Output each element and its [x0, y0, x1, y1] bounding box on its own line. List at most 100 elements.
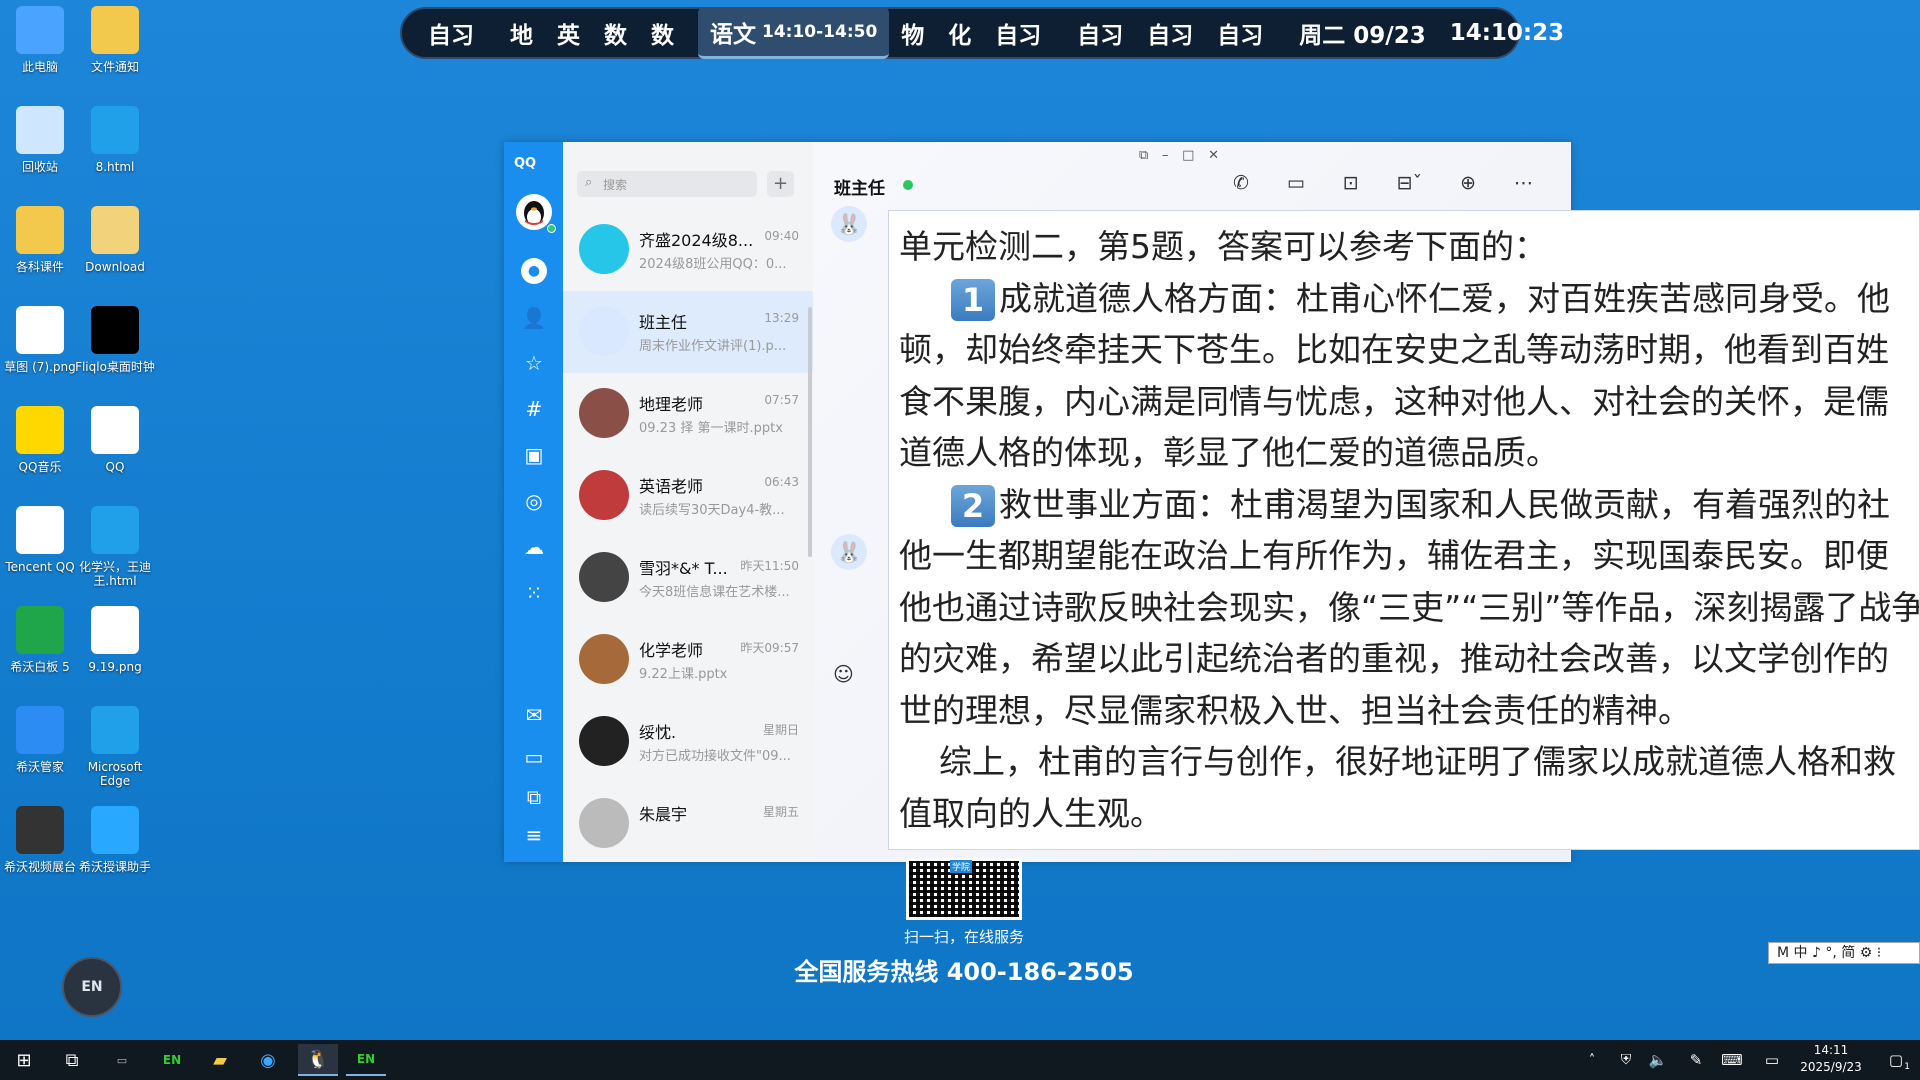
chat-list-item[interactable]: 地理老师 07:57 09.23 择 第一课时.pptx — [563, 373, 813, 455]
desktop-icon[interactable]: Fliqlo桌面时钟 — [75, 306, 155, 374]
chat-avatar — [579, 470, 629, 520]
current-subject: 语文 — [710, 21, 756, 48]
edge-icon[interactable]: ◉ — [248, 1044, 288, 1076]
pen-icon[interactable]: ✎ — [1676, 1044, 1716, 1076]
desktop-icon[interactable]: Download — [75, 206, 155, 274]
emoji-icon[interactable]: ☺ — [833, 662, 854, 686]
qq-taskbar-icon[interactable]: 🐧 — [298, 1044, 338, 1076]
avatar[interactable] — [516, 194, 552, 230]
text-line: 综上，杜甫的言行与创作，很好地证明了儒家以成就道德人格和救 — [939, 742, 1896, 781]
desktop-icon[interactable]: QQ音乐 — [0, 406, 80, 474]
start-windows-icon[interactable]: ⊞ — [4, 1044, 44, 1076]
bookmark-icon[interactable]: ⧉ — [521, 784, 547, 810]
minimize-icon[interactable]: – — [1162, 148, 1169, 163]
search-input[interactable]: ⌕ 搜索 — [577, 171, 757, 197]
clock[interactable]: 14:11 2025/9/23 — [1786, 1042, 1876, 1076]
chat-time: 06:43 — [764, 475, 799, 489]
desktop-icon[interactable]: 草图 (7).png — [0, 306, 80, 374]
keyboard-icon[interactable]: ⌨ — [1712, 1044, 1752, 1076]
chat-list-item[interactable]: 雪羽*&* T... 昨天11:50 今天8班信息课在艺术楼... — [563, 537, 813, 619]
chat-name: 英语老师 — [639, 477, 704, 496]
schedule-item: 地 — [510, 23, 533, 49]
file-explorer-icon[interactable]: ▰ — [200, 1044, 240, 1076]
add-member-icon[interactable]: ⊕ — [1460, 172, 1476, 194]
video-call-icon[interactable]: ▭ — [1287, 172, 1305, 194]
taskbar-app-icon[interactable]: ▭ — [102, 1044, 142, 1076]
folder-icon[interactable]: ▭ — [521, 744, 547, 770]
pin-icon[interactable]: ⧉ — [1139, 148, 1148, 163]
text-line: 世的理想，尽显儒家积极入世、担当社会责任的精神。 — [899, 690, 1691, 730]
desktop-icon[interactable]: Microsoft Edge — [75, 706, 155, 788]
chat-list-item[interactable]: 齐盛2024级8... 09:40 2024级8班公用QQ：0... — [563, 209, 813, 291]
desktop-icon[interactable]: 此电脑 — [0, 6, 80, 74]
apps-grid-icon[interactable]: ⁙ — [521, 580, 547, 606]
schedule-item: 自习 — [428, 23, 474, 49]
desktop-icon[interactable]: 希沃白板 5 — [0, 606, 80, 674]
cloud-icon[interactable]: ☁ — [521, 534, 547, 560]
channel-hash-icon[interactable]: # — [521, 396, 547, 422]
desktop-icon[interactable]: 9.19.png — [75, 606, 155, 674]
clock-date: 2025/9/23 — [1800, 1060, 1862, 1074]
chat-preview: 读后续写30天Day4-教... — [639, 503, 785, 518]
screen-share-icon[interactable]: ⊡ — [1343, 172, 1359, 194]
desktop-icon[interactable]: 希沃授课助手 — [75, 806, 155, 874]
chat-list-item[interactable]: 绥忱. 星期日 对方已成功接收文件"09... — [563, 701, 813, 783]
hotline-text: 全国服务热线 400-186-2505 — [794, 958, 1134, 986]
menu-icon[interactable]: ≡ — [521, 822, 547, 848]
volume-icon[interactable]: 🔈 — [1638, 1044, 1678, 1076]
desktop-icon-label: Download — [85, 260, 145, 274]
chat-time: 星期日 — [762, 723, 799, 737]
message-icon[interactable]: ● — [521, 258, 547, 284]
desktop-icon[interactable]: QQ — [75, 406, 155, 474]
desktop-icon[interactable]: 化学兴，王迪王.html — [75, 506, 155, 588]
text-line: 他也通过诗歌反映社会现实，像“三吏”“三别”等作品，深刻揭露了战争 — [899, 587, 1920, 627]
camera-icon — [16, 806, 64, 854]
desktop-icon[interactable]: 希沃视频展台 — [0, 806, 80, 874]
chat-name: 班主任 — [639, 313, 688, 332]
scrollbar[interactable] — [808, 307, 812, 557]
mail-icon[interactable]: ✉ — [521, 702, 547, 728]
ime-toolbar[interactable]: M 中 ♪ °, 简 ⚙ ⁝ — [1768, 942, 1920, 964]
contacts-icon[interactable]: 👤 — [521, 305, 547, 331]
desktop-icon[interactable]: 各科课件 — [0, 206, 80, 274]
desktop-icon[interactable]: 希沃管家 — [0, 706, 80, 774]
window-controls: ⧉ – □ ✕ — [1139, 148, 1219, 163]
desktop-icon-label: 9.19.png — [88, 660, 142, 674]
remote-assist-icon[interactable]: ⊟ˇ — [1397, 172, 1422, 194]
chat-avatar — [579, 306, 629, 356]
more-icon[interactable]: ⋯ — [1514, 172, 1533, 194]
en-board-icon[interactable]: EN — [346, 1044, 386, 1076]
contact-avatar[interactable]: 🐰 — [831, 534, 867, 570]
chat-list-item[interactable]: 朱晨宇 星期五 — [563, 783, 813, 862]
chat-time: 09:40 — [764, 229, 799, 243]
desktop-icon[interactable]: 回收站 — [0, 106, 80, 174]
schedule-item: 物 — [901, 23, 925, 49]
add-button[interactable]: + — [767, 171, 794, 197]
chat-preview: 2024级8班公用QQ：0... — [639, 257, 787, 272]
desktop-icon[interactable]: 8.html — [75, 106, 155, 174]
desktop-icon[interactable]: Tencent QQ — [0, 506, 80, 574]
explore-icon[interactable]: ◎ — [521, 488, 547, 514]
maximize-icon[interactable]: □ — [1182, 148, 1194, 163]
desktop-icon[interactable]: 文件通知 — [75, 6, 155, 74]
schedule-item: 自习 — [1147, 23, 1194, 49]
chat-avatar — [579, 224, 629, 274]
desktop-icon-label: Fliqlo桌面时钟 — [75, 360, 155, 374]
chat-list-item[interactable]: 化学老师 昨天09:57 9.22上课.pptx — [563, 619, 813, 701]
floating-en-button[interactable]: EN — [62, 957, 122, 1017]
close-icon[interactable]: ✕ — [1208, 148, 1219, 163]
en-board-icon[interactable]: EN — [152, 1044, 192, 1076]
chat-list-item[interactable]: 英语老师 06:43 读后续写30天Day4-教... — [563, 455, 813, 537]
text-line: 顿，却始终牵挂天下苍生。比如在安史之乱等动荡时期，他看到百姓 — [899, 330, 1889, 369]
folder-icon — [91, 206, 139, 254]
gallery-icon[interactable]: ▣ — [521, 442, 547, 468]
contact-avatar[interactable]: 🐰 — [831, 206, 867, 242]
notification-icon[interactable]: ▢ 1 — [1876, 1044, 1916, 1076]
chat-list-item[interactable]: 班主任 13:29 周末作业作文讲评(1).p... — [563, 291, 813, 373]
task-view-icon[interactable]: ⧉ — [52, 1044, 92, 1076]
chat-avatar — [579, 798, 629, 848]
voice-call-icon[interactable]: ✆ — [1233, 172, 1249, 194]
favorites-star-icon[interactable]: ☆ — [521, 350, 547, 376]
clock-time: 14:11 — [1813, 1043, 1849, 1057]
text-line: 值取向的人生观。 — [899, 793, 1163, 833]
